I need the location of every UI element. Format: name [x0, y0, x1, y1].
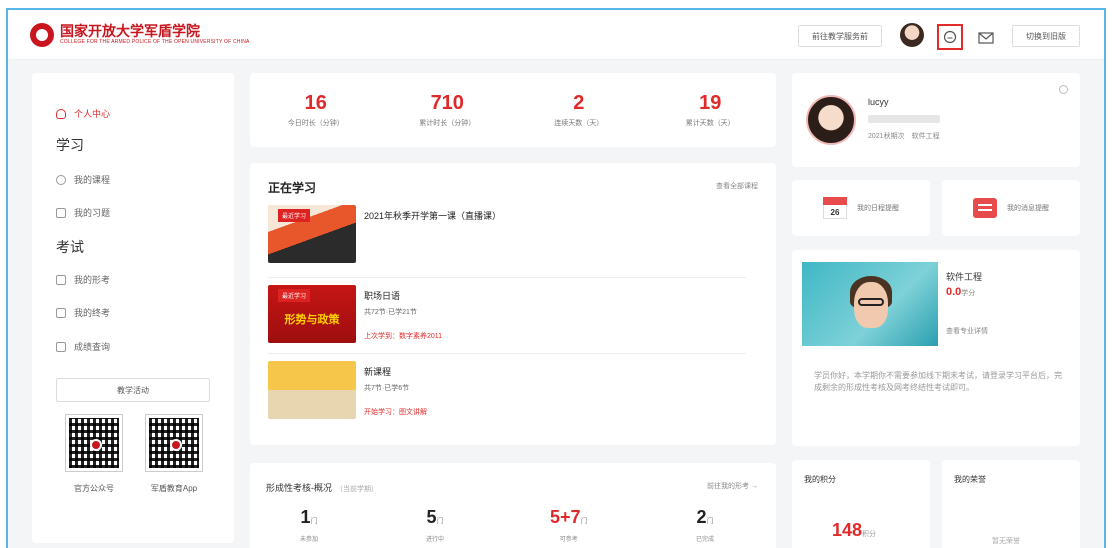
course-title: 新课程 [364, 367, 392, 377]
go-formative-link[interactable]: 前往我的形考 → [707, 481, 758, 491]
honor-title: 我的荣誉 [954, 475, 986, 484]
sidebar-item-courses[interactable]: 我的课程 [56, 173, 110, 186]
major-description: 学员你好，本学期你不需要参加线下期末考试，请登录学习平台后，完成剩余的形成性考核… [814, 371, 1062, 392]
qr-logo-icon [90, 439, 102, 451]
mail-icon[interactable] [973, 25, 999, 51]
switch-version-button[interactable]: 切换到旧版 [1012, 25, 1080, 47]
course-thumbnail: 最近学习 形势与政策 [268, 285, 356, 343]
assess-in-progress[interactable]: 5门 进行中 [426, 507, 444, 543]
avatar[interactable] [900, 23, 924, 47]
chat-icon[interactable] [937, 24, 963, 50]
assess-completed[interactable]: 2门 已完成 [696, 507, 714, 543]
section-title: 正在学习 [268, 181, 317, 195]
honor-empty: 暂无荣誉 [992, 538, 1020, 545]
stat-total-days: 19 累计天数（天） [685, 92, 735, 127]
sidebar-heading-exam: 考试 [56, 239, 84, 255]
teaching-activity-button[interactable]: 教学活动 [56, 378, 210, 402]
profile-info: 2021秋期次 软件工程 [868, 133, 940, 140]
current-learning-panel: 正在学习 查看全部课程 最近学习 2021年秋季开学第一课（直播课） 最近学习 … [250, 163, 776, 445]
stat-today: 16 今日时长（分钟） [287, 92, 344, 127]
score-icon [56, 341, 66, 352]
divider [268, 277, 746, 278]
assessment-title: 形成性考核-概况 （当前学期） [266, 483, 378, 493]
logo-icon [30, 23, 54, 47]
logo-subtitle: COLLEGE FOR THE ARMED POLICE OF THE OPEN… [60, 39, 250, 45]
course-item[interactable]: 最近学习 2021年秋季开学第一课（直播课） [268, 205, 748, 267]
qr-label-app: 军盾教育App [150, 484, 198, 493]
points-card[interactable]: 我的积分 148积分 [792, 460, 930, 548]
message-reminder-card[interactable]: 我的消息提醒 [942, 180, 1080, 236]
profile-avatar[interactable] [806, 95, 856, 145]
front-page-button[interactable]: 前往教学服务前 [798, 25, 882, 47]
stat-streak: 2 连续天数（天） [554, 92, 604, 127]
view-all-courses-link[interactable]: 查看全部课程 [716, 181, 758, 191]
assessment-overview: 形成性考核-概况 （当前学期） 前往我的形考 → 1门 未参加 5门 进行中 5+… [250, 463, 776, 548]
points-value: 148积分 [832, 520, 877, 540]
app-window: 国家开放大学军盾学院 COLLEGE FOR THE ARMED POLICE … [6, 8, 1106, 548]
honor-card[interactable]: 我的荣誉 暂无荣誉 [942, 460, 1080, 548]
formative-icon [56, 274, 66, 285]
qr-label-official: 官方公众号 [74, 484, 114, 493]
calendar-icon: 26 [823, 197, 847, 219]
top-bar: 国家开放大学军盾学院 COLLEGE FOR THE ARMED POLICE … [8, 10, 1104, 60]
sidebar-item-final[interactable]: 我的终考 [56, 306, 110, 319]
profile-card: lucyy 2021秋期次 软件工程 [792, 73, 1080, 167]
final-exam-icon [56, 307, 66, 318]
divider [268, 353, 746, 354]
profile-redacted-id [868, 115, 940, 123]
course-thumbnail: 最近学习 [268, 205, 356, 263]
major-banner-image [802, 262, 938, 346]
stat-total-time: 710 累计时长（分钟） [419, 92, 476, 127]
major-details-link[interactable]: 查看专业详情 [946, 326, 988, 336]
sidebar-item-scores[interactable]: 成绩查询 [56, 340, 110, 353]
schedule-reminder-card[interactable]: 26 我的日程提醒 [792, 180, 930, 236]
course-item[interactable]: 新课程 共7节·已学6节 开始学习：图文讲解 [268, 361, 748, 423]
study-stats: 16 今日时长（分钟） 710 累计时长（分钟） 2 连续天数（天） 19 累计… [250, 73, 776, 147]
course-progress: 共7节·已学6节 [364, 385, 410, 392]
assess-not-joined[interactable]: 1门 未参加 [300, 507, 318, 543]
course-title: 职场日语 [364, 291, 401, 301]
course-thumbnail [268, 361, 356, 419]
major-card: 软件工程 0.0学分 查看专业详情 学员你好，本学期你不需要参加线下期末考试，请… [792, 250, 1080, 446]
course-start[interactable]: 开始学习：图文讲解 [364, 407, 427, 417]
qr-logo-icon [170, 439, 182, 451]
sidebar-item-formative[interactable]: 我的形考 [56, 273, 110, 286]
exercise-icon [56, 207, 66, 218]
sidebar-item-exercises[interactable]: 我的习题 [56, 206, 110, 219]
sidebar-heading-study: 学习 [56, 137, 84, 153]
sidebar-item-personal[interactable]: 个人中心 [56, 107, 110, 120]
person-icon [56, 108, 66, 119]
course-last-studied[interactable]: 上次学到：数字素养2011 [364, 331, 442, 341]
qr-code-official [65, 414, 123, 472]
assess-available[interactable]: 5+7门 可参考 [550, 507, 588, 543]
sidebar: 个人中心 学习 我的课程 我的习题 考试 我的形考 我的终考 成绩查询 教学活动… [32, 73, 234, 543]
major-title: 软件工程 [946, 272, 983, 282]
message-icon [973, 198, 997, 218]
profile-name: lucyy [868, 97, 889, 107]
logo-title: 国家开放大学军盾学院 [60, 23, 200, 39]
settings-icon[interactable] [1059, 85, 1068, 94]
course-title: 2021年秋季开学第一课（直播课） [364, 211, 502, 221]
course-icon [56, 174, 66, 185]
major-credits: 0.0学分 [946, 286, 976, 298]
course-progress: 共72节·已学21节 [364, 309, 417, 316]
course-item[interactable]: 最近学习 形势与政策 职场日语 共72节·已学21节 上次学到：数字素养2011 [268, 285, 748, 347]
points-title: 我的积分 [804, 475, 836, 484]
logo[interactable]: 国家开放大学军盾学院 COLLEGE FOR THE ARMED POLICE … [30, 23, 250, 47]
qr-code-app [145, 414, 203, 472]
